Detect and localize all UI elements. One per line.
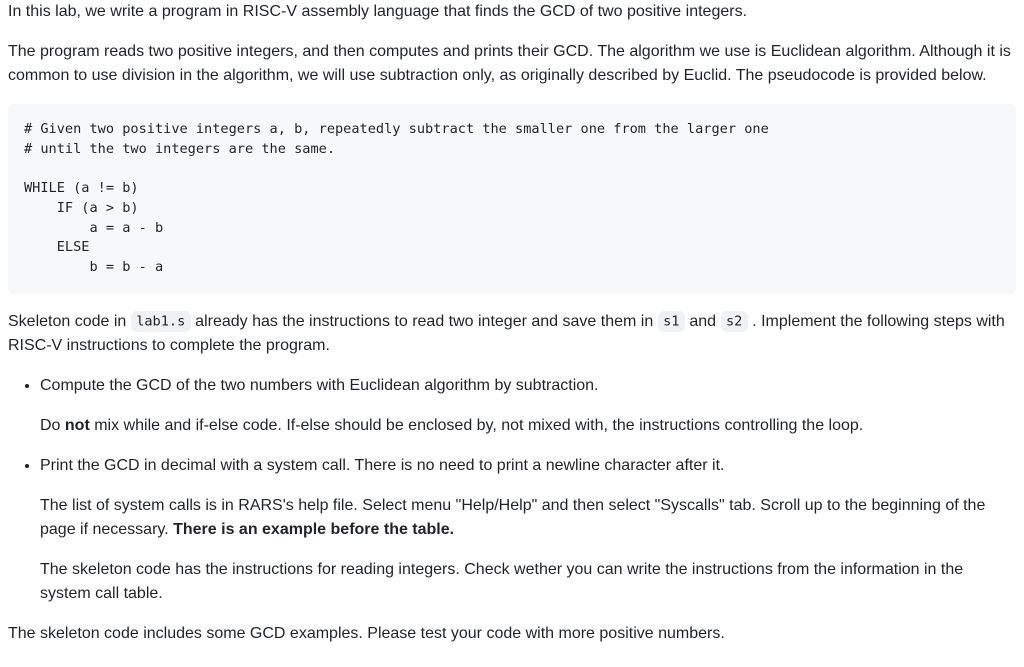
text: and bbox=[685, 313, 721, 330]
step-text: Compute the GCD of the two numbers with … bbox=[40, 374, 1016, 398]
step-text: The list of system calls is in RARS's he… bbox=[40, 494, 1016, 542]
skeleton-paragraph: Skeleton code in lab1.s already has the … bbox=[8, 310, 1016, 358]
step-text: The skeleton code has the instructions f… bbox=[40, 558, 1016, 606]
file-code: lab1.s bbox=[131, 311, 191, 332]
text: Do bbox=[40, 417, 65, 434]
closing-paragraph: The skeleton code includes some GCD exam… bbox=[8, 622, 1016, 646]
bold-text: There is an example before the table. bbox=[173, 521, 454, 538]
step-text: Print the GCD in decimal with a system c… bbox=[40, 454, 1016, 478]
list-item: Compute the GCD of the two numbers with … bbox=[40, 374, 1016, 438]
pseudocode-block: # Given two positive integers a, b, repe… bbox=[8, 104, 1016, 294]
lab-document: In this lab, we write a program in RISC-… bbox=[8, 0, 1016, 646]
register-code: s2 bbox=[721, 311, 748, 332]
intro-paragraph-1: In this lab, we write a program in RISC-… bbox=[8, 0, 1016, 24]
intro-paragraph-2: The program reads two positive integers,… bbox=[8, 40, 1016, 88]
steps-list: Compute the GCD of the two numbers with … bbox=[8, 374, 1016, 606]
text: mix while and if-else code. If-else shou… bbox=[90, 417, 863, 434]
bold-text: not bbox=[65, 417, 90, 434]
step-text: Do not mix while and if-else code. If-el… bbox=[40, 414, 1016, 438]
text: Skeleton code in bbox=[8, 313, 131, 330]
list-item: Print the GCD in decimal with a system c… bbox=[40, 454, 1016, 606]
text: already has the instructions to read two… bbox=[191, 313, 658, 330]
register-code: s1 bbox=[658, 311, 685, 332]
